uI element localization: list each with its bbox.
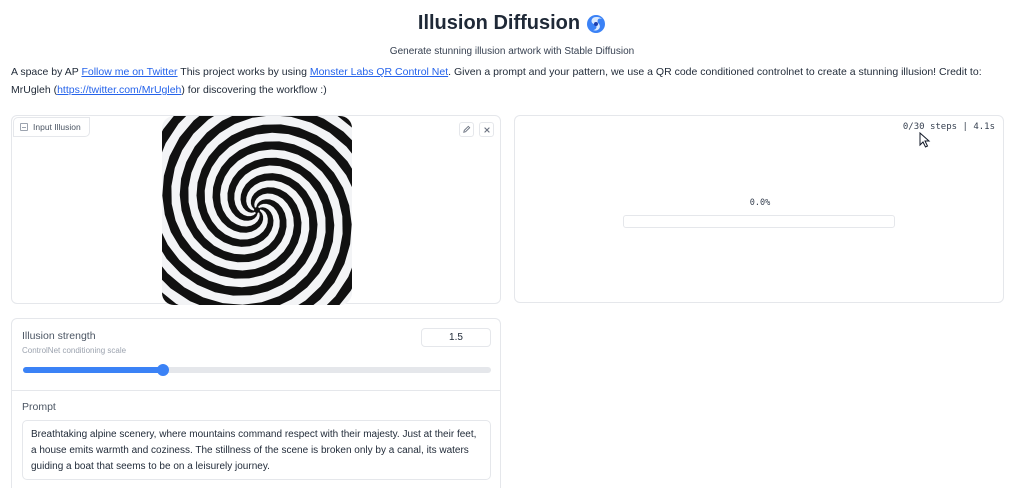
header: Illusion Diffusion <box>0 12 1024 35</box>
clear-button[interactable] <box>479 122 494 137</box>
spiral-illusion-image[interactable] <box>162 116 352 305</box>
input-illusion-panel[interactable]: Input Illusion <box>11 115 501 305</box>
input-illusion-label: Input Illusion <box>13 117 90 137</box>
description-text-1: A space by AP <box>11 66 82 78</box>
prompt-label: Prompt <box>22 401 56 413</box>
divider <box>12 390 500 391</box>
illusion-strength-slider[interactable] <box>23 364 491 376</box>
description-text-2: This project works by using <box>177 66 310 78</box>
illusion-strength-info: ControlNet conditioning scale <box>22 346 127 355</box>
illusion-strength-number-input[interactable]: 1.5 <box>421 328 491 347</box>
controls-panel: Illusion strength ControlNet conditionin… <box>11 318 501 488</box>
page-title: Illusion Diffusion <box>418 12 606 35</box>
slider-fill <box>23 367 164 373</box>
cyclone-icon <box>587 14 606 33</box>
subtitle: Generate stunning illusion artwork with … <box>389 46 635 57</box>
input-illusion-label-text: Input Illusion <box>33 122 81 132</box>
spiral-pattern <box>162 116 352 305</box>
image-icon <box>20 123 28 131</box>
description: A space by AP Follow me on Twitter This … <box>11 63 1011 99</box>
steps-status: 0/30 steps | 4.1s <box>902 122 995 132</box>
qr-controlnet-link[interactable]: Monster Labs QR Control Net <box>310 66 448 78</box>
progress-percent: 0.0% <box>749 198 771 208</box>
close-icon <box>483 126 490 133</box>
illusion-strength-label: Illusion strength <box>22 330 96 342</box>
progress-bar <box>623 215 895 228</box>
mrugleh-link[interactable]: https://twitter.com/MrUgleh <box>57 84 181 96</box>
mouse-cursor-icon <box>919 132 931 148</box>
edit-button[interactable] <box>459 122 474 137</box>
slider-thumb[interactable] <box>157 364 170 376</box>
pencil-icon <box>463 125 471 133</box>
page-title-text: Illusion Diffusion <box>417 12 581 34</box>
description-text-4: ) for discovering the workflow :) <box>181 84 327 96</box>
output-panel: 0/30 steps | 4.1s 0.0% <box>514 115 1004 303</box>
prompt-textarea[interactable]: Breathtaking alpine scenery, where mount… <box>22 420 491 480</box>
twitter-link[interactable]: Follow me on Twitter <box>81 66 177 78</box>
